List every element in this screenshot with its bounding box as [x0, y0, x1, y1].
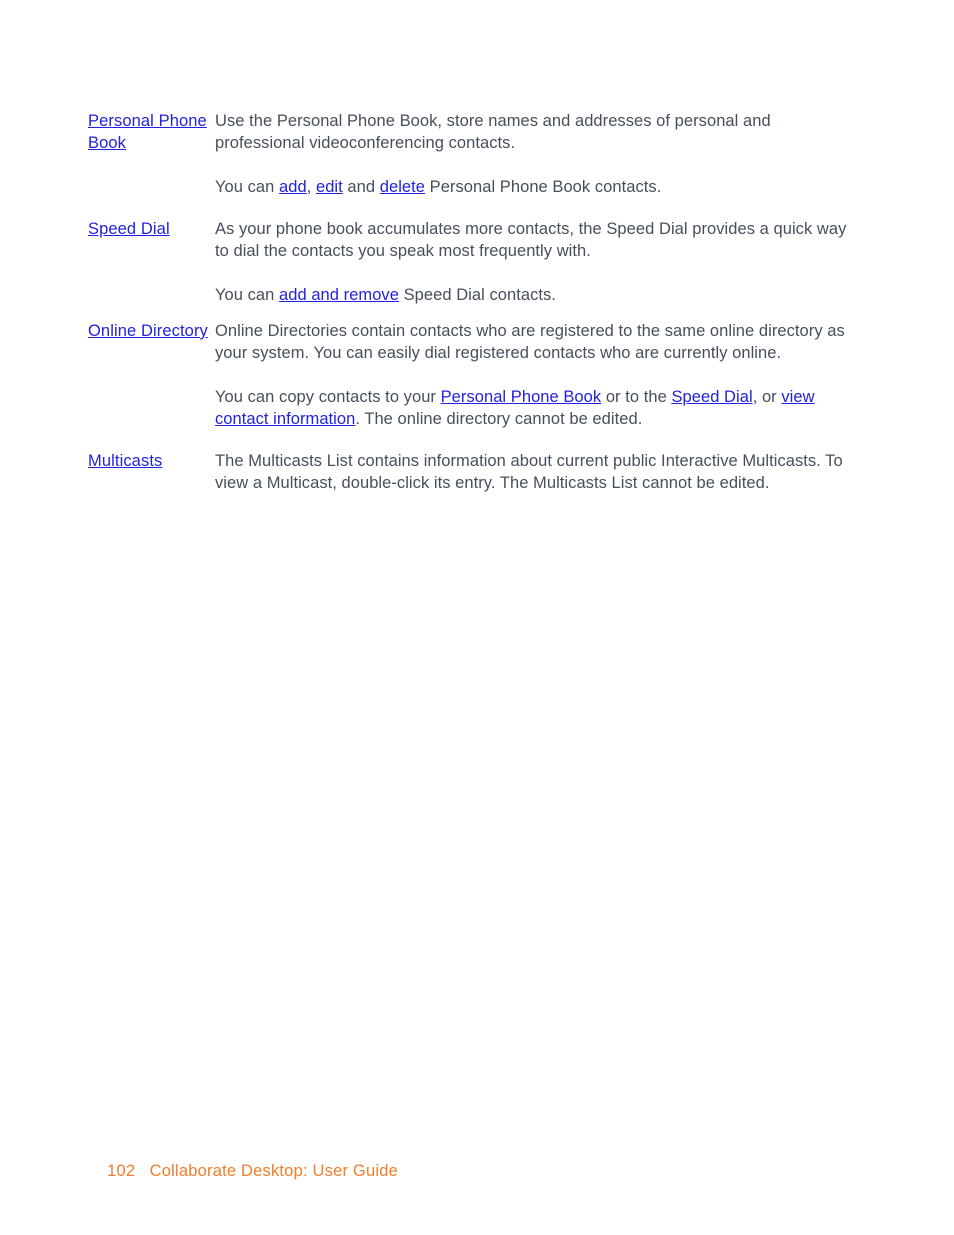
- body-text: Speed Dial contacts.: [398, 286, 556, 304]
- term-label: Online Directory: [88, 322, 208, 340]
- inline-link-add[interactable]: add: [279, 178, 307, 196]
- definition-body: As your phone book accumulates more cont…: [215, 218, 848, 306]
- term-link-online-directory[interactable]: Online Directory: [88, 320, 215, 342]
- definition-list: Personal Phone Book Use the Personal Phon…: [88, 110, 848, 494]
- term-link-multicasts[interactable]: Multicasts: [88, 450, 215, 472]
- body-text: Online Directories contain contacts who …: [215, 322, 845, 362]
- inline-link-edit[interactable]: edit: [316, 178, 343, 196]
- definition-row: Online Directory Online Directories conta…: [88, 320, 848, 430]
- document-page: Personal Phone Book Use the Personal Phon…: [0, 0, 954, 1235]
- body-text: Use the Personal Phone Book, store names…: [215, 112, 771, 152]
- body-text: . The online directory cannot be edited.: [355, 410, 643, 428]
- inline-link-personal-phone-book[interactable]: Personal Phone Book: [441, 388, 602, 406]
- body-text: The Multicasts List contains information…: [215, 452, 843, 492]
- body-text: , or: [752, 388, 782, 406]
- paragraph: Use the Personal Phone Book, store names…: [215, 110, 848, 154]
- body-text: ,: [306, 178, 316, 196]
- paragraph: You can add, edit and delete Personal Ph…: [215, 176, 848, 198]
- paragraph: You can copy contacts to your Personal P…: [215, 386, 848, 430]
- paragraph: The Multicasts List contains information…: [215, 450, 848, 494]
- paragraph: You can add and remove Speed Dial contac…: [215, 284, 848, 306]
- definition-body: Use the Personal Phone Book, store names…: [215, 110, 848, 198]
- body-text: Personal Phone Book contacts.: [425, 178, 662, 196]
- footer-separator: [135, 1162, 149, 1180]
- term-label: Multicasts: [88, 452, 163, 470]
- definition-row: Personal Phone Book Use the Personal Phon…: [88, 110, 848, 198]
- paragraph: Online Directories contain contacts who …: [215, 320, 848, 364]
- definition-body: The Multicasts List contains information…: [215, 450, 848, 494]
- term-label: Personal Phone Book: [88, 112, 207, 152]
- footer-page-number: 102: [107, 1162, 136, 1180]
- inline-link-add-and-remove[interactable]: add and remove: [279, 286, 399, 304]
- body-text: As your phone book accumulates more cont…: [215, 220, 847, 260]
- body-text: You can: [215, 178, 280, 196]
- definition-body: Online Directories contain contacts who …: [215, 320, 848, 430]
- inline-link-delete[interactable]: delete: [380, 178, 425, 196]
- inline-link-speed-dial[interactable]: Speed Dial: [671, 388, 752, 406]
- definition-row: Multicasts The Multicasts List contains i…: [88, 450, 848, 494]
- body-text: or to the: [601, 388, 672, 406]
- paragraph: As your phone book accumulates more cont…: [215, 218, 848, 262]
- body-text: You can: [215, 286, 280, 304]
- body-text: and: [342, 178, 380, 196]
- page-footer: 102 Collaborate Desktop: User Guide: [88, 1138, 398, 1204]
- footer-document-title: Collaborate Desktop: User Guide: [149, 1162, 398, 1180]
- term-label: Speed Dial: [88, 220, 170, 238]
- term-link-speed-dial[interactable]: Speed Dial: [88, 218, 215, 240]
- definition-row: Speed Dial As your phone book accumulates…: [88, 218, 848, 306]
- term-link-personal-phone-book[interactable]: Personal Phone Book: [88, 110, 215, 154]
- body-text: You can copy contacts to your: [215, 388, 441, 406]
